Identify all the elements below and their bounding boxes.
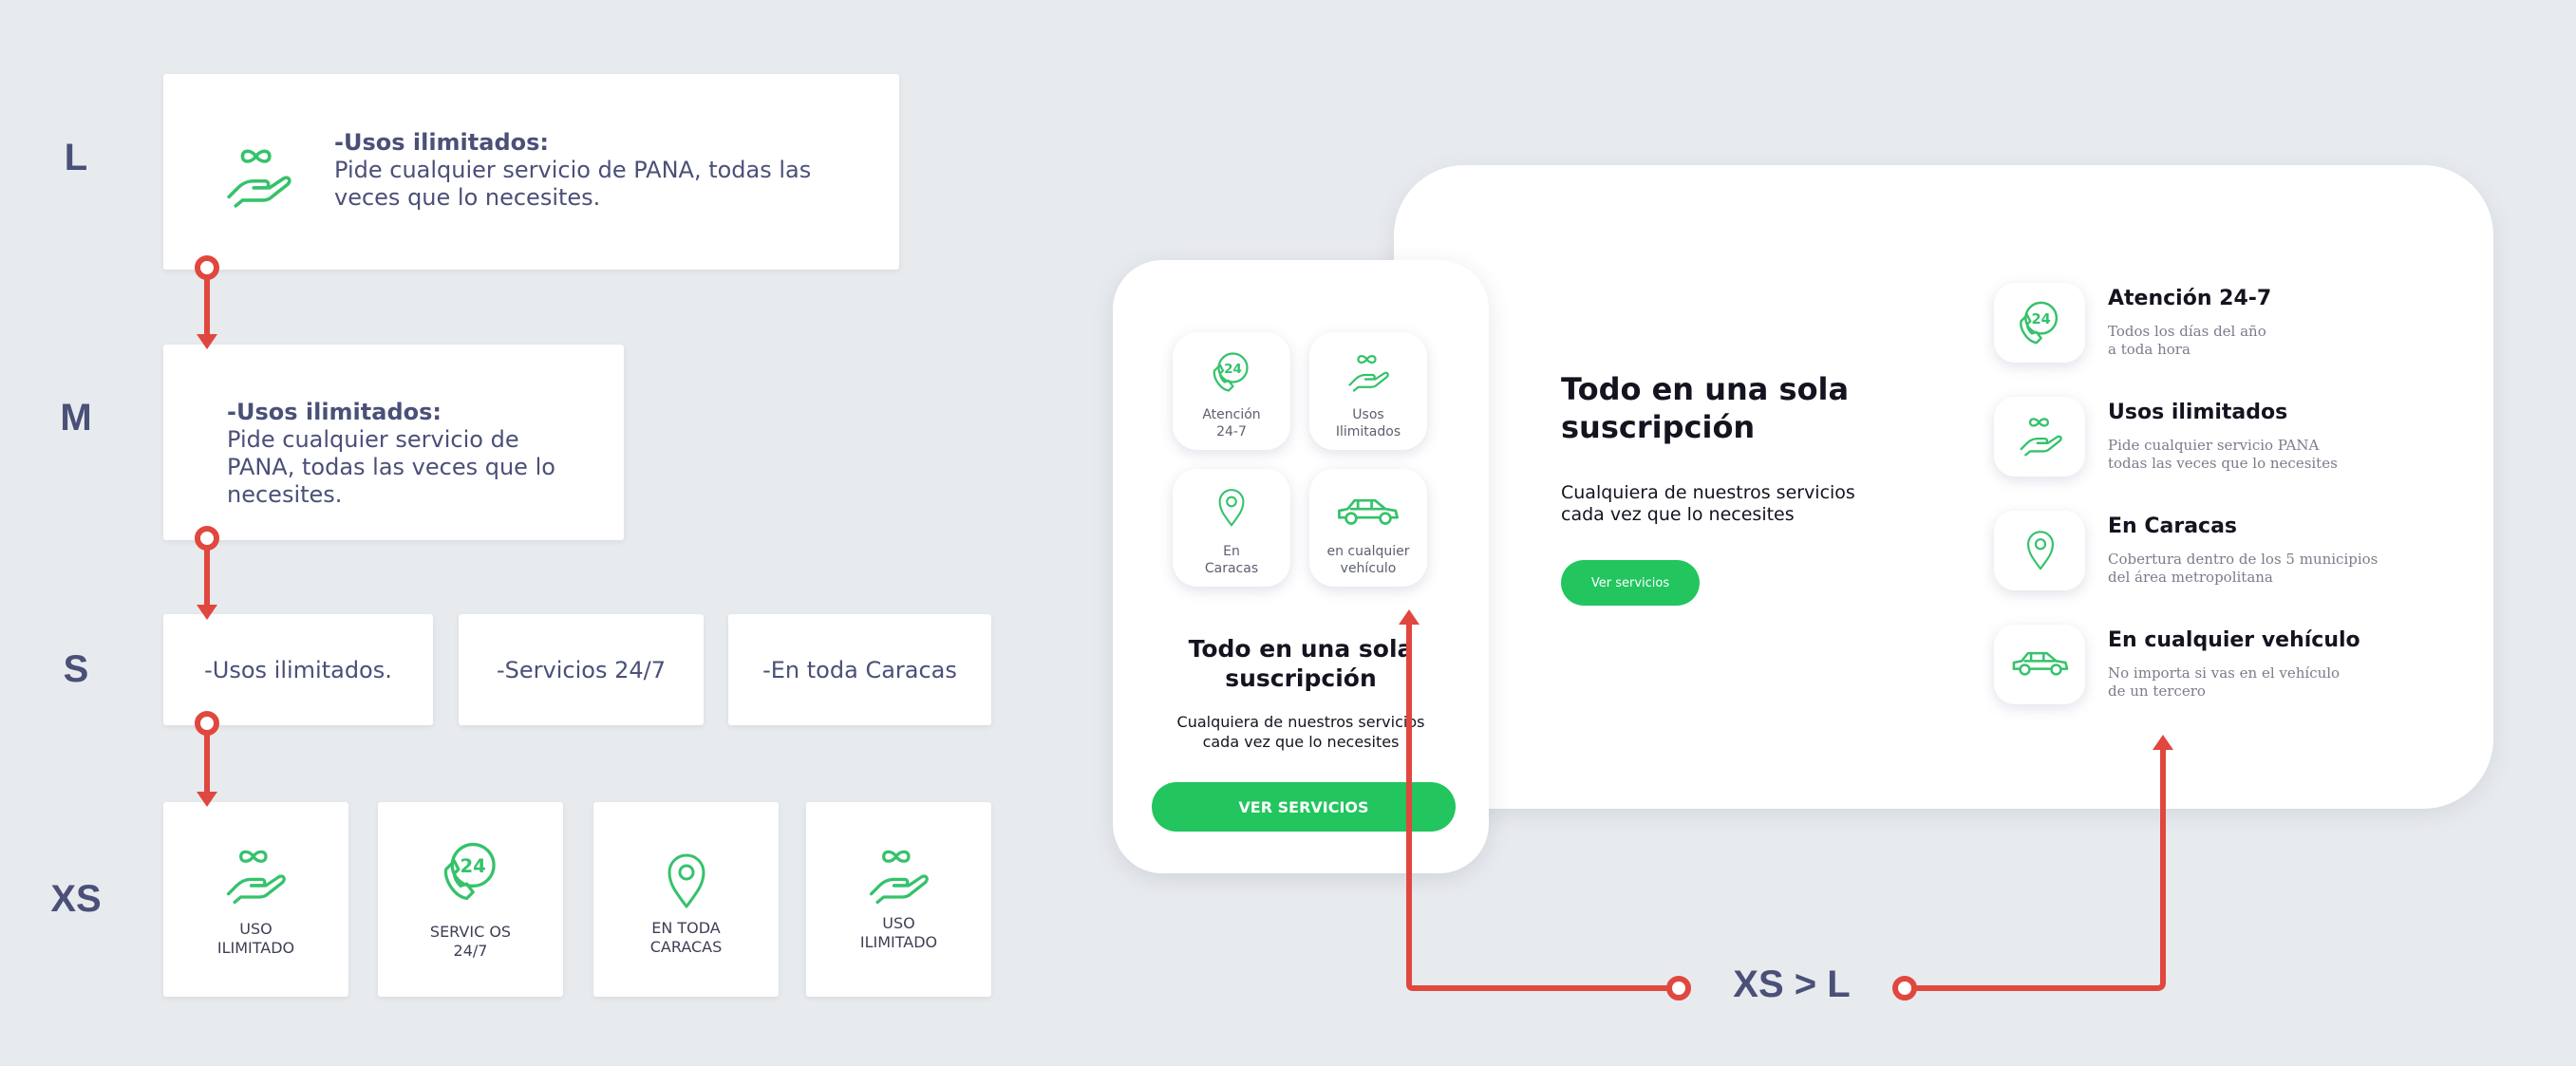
connector-node — [195, 526, 219, 551]
arrow-head — [2153, 735, 2173, 750]
arrow-head — [197, 792, 217, 807]
connector-line — [1406, 618, 1672, 991]
connector-node — [1892, 976, 1917, 1001]
arrow-head — [197, 605, 217, 620]
transition-label: XS > L — [1733, 963, 1851, 1005]
arrow-head — [1399, 609, 1420, 625]
connector-line — [1903, 743, 2166, 991]
connector-node — [195, 255, 219, 280]
connector-node — [1666, 976, 1691, 1001]
arrow-head — [197, 334, 217, 349]
connector-node — [195, 711, 219, 736]
connector-arrows — [195, 255, 2173, 1001]
